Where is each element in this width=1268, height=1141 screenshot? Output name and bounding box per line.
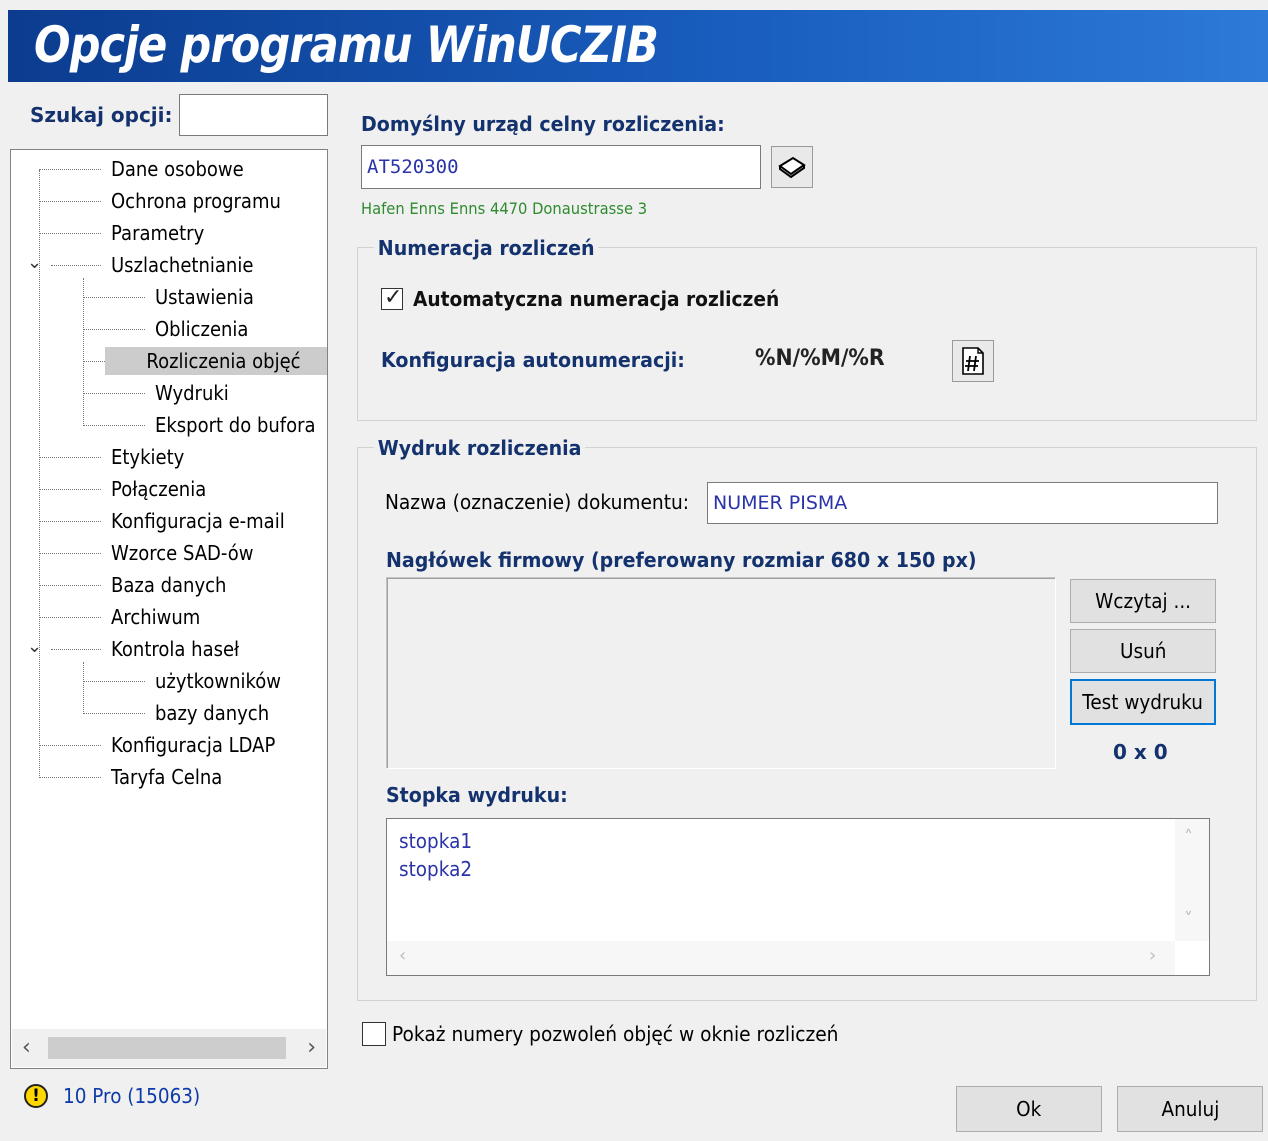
- tree-item-archiwum[interactable]: Archiwum: [111, 603, 200, 631]
- tree-line: [39, 201, 101, 202]
- ok-button[interactable]: Ok: [956, 1086, 1102, 1132]
- footer-horizontal-scrollbar[interactable]: ‹ ›: [387, 941, 1175, 975]
- tree-line: [39, 777, 101, 778]
- tree-line: [39, 553, 101, 554]
- tree-item-polaczenia[interactable]: Połączenia: [111, 475, 206, 503]
- tree-horizontal-scrollbar[interactable]: ‹ ›: [12, 1029, 326, 1067]
- tree-item-obliczenia[interactable]: Obliczenia: [155, 315, 248, 343]
- scroll-right-icon[interactable]: ›: [307, 1035, 316, 1060]
- tree-line: [39, 489, 101, 490]
- test-print-button[interactable]: Test wydruku: [1070, 679, 1216, 725]
- scroll-up-icon[interactable]: ˄: [1184, 827, 1193, 848]
- tree-item-etykiety[interactable]: Etykiety: [111, 443, 184, 471]
- book-icon: [778, 156, 806, 179]
- tree-line: [83, 662, 84, 714]
- chevron-down-icon[interactable]: ⌄: [27, 638, 42, 656]
- tree-item-konfiguracja-ldap[interactable]: Konfiguracja LDAP: [111, 731, 275, 759]
- tree-item-eksport-do-bufora[interactable]: Eksport do bufora: [155, 411, 316, 439]
- show-permit-numbers-checkbox[interactable]: [362, 1022, 386, 1046]
- scroll-left-icon[interactable]: ‹: [22, 1035, 31, 1060]
- tree-item-konfiguracja-email[interactable]: Konfiguracja e-mail: [111, 507, 285, 535]
- numbering-group-title: Numeracja rozliczeń: [374, 236, 599, 260]
- tree-line: [39, 585, 101, 586]
- tree-line: [83, 681, 145, 682]
- print-footer-line: stopka1: [399, 829, 473, 853]
- chevron-down-icon[interactable]: ⌄: [27, 254, 42, 272]
- search-label: Szukaj opcji:: [30, 103, 173, 127]
- document-name-input[interactable]: NUMER PISMA: [707, 482, 1218, 524]
- delete-letterhead-button[interactable]: Usuń: [1070, 629, 1216, 673]
- tree-line: [39, 521, 101, 522]
- customs-office-input[interactable]: AT520300: [361, 145, 761, 189]
- print-group-title: Wydruk rozliczenia: [374, 436, 586, 460]
- tree-item-uzytkownikow[interactable]: użytkowników: [155, 667, 281, 695]
- tree-line: [83, 278, 84, 426]
- scroll-right-icon[interactable]: ›: [1149, 945, 1156, 966]
- search-input[interactable]: [179, 94, 328, 136]
- options-tree[interactable]: ⌄ ⌄ Dane osobowe Ochrona programu Parame…: [10, 149, 328, 1069]
- tree-item-taryfa-celna[interactable]: Taryfa Celna: [111, 763, 222, 791]
- tree-line: [83, 361, 105, 362]
- warning-icon: !: [24, 1084, 48, 1108]
- tree-line: [83, 713, 145, 714]
- tree-item-rozliczenia-objec[interactable]: Rozliczenia objęć: [105, 347, 327, 375]
- tree-item-baza-danych[interactable]: Baza danych: [111, 571, 226, 599]
- tree-line: [83, 425, 145, 426]
- checkmark-icon: ✓: [384, 285, 403, 310]
- title-bar: Opcje programu WinUCZIB: [8, 10, 1268, 82]
- customs-office-address: Hafen Enns Enns 4470 Donaustrasse 3: [361, 199, 648, 218]
- footer-vertical-scrollbar[interactable]: ˄ ˅: [1175, 819, 1209, 941]
- hash-document-icon: [962, 347, 984, 375]
- print-footer-label: Stopka wydruku:: [386, 783, 568, 807]
- numbering-group: [357, 247, 1257, 421]
- letterhead-dimensions: 0 x 0: [1113, 740, 1168, 764]
- auto-numbering-label[interactable]: Automatyczna numeracja rozliczeń: [413, 287, 779, 311]
- version-status: 10 Pro (15063): [63, 1084, 201, 1108]
- tree-line: [39, 169, 101, 170]
- document-name-label: Nazwa (oznaczenie) dokumentu:: [385, 490, 690, 514]
- print-footer-text[interactable]: stopka1 stopka2: [399, 827, 472, 883]
- scroll-down-icon[interactable]: ˅: [1184, 909, 1193, 930]
- tree-item-wydruki[interactable]: Wydruki: [155, 379, 229, 407]
- customs-office-label: Domyślny urząd celny rozliczenia:: [361, 112, 725, 136]
- autonumbering-config-label: Konfiguracja autonumeracji:: [381, 348, 685, 372]
- letterhead-image-preview: [386, 577, 1056, 769]
- tree-line: [83, 329, 145, 330]
- autonumbering-pattern: %N/%M/%R: [755, 346, 885, 371]
- customs-lookup-button[interactable]: [771, 146, 813, 188]
- tree-item-ochrona-programu[interactable]: Ochrona programu: [111, 187, 281, 215]
- tree-line: [39, 617, 101, 618]
- tree-item-wzorce-sad[interactable]: Wzorce SAD-ów: [111, 539, 253, 567]
- tree-line: [39, 745, 101, 746]
- auto-numbering-checkbox[interactable]: ✓: [381, 285, 403, 310]
- scroll-thumb[interactable]: [48, 1037, 286, 1059]
- autonumbering-config-button[interactable]: [952, 340, 994, 382]
- tree-item-bazy-danych[interactable]: bazy danych: [155, 699, 269, 727]
- tree-line: [83, 393, 145, 394]
- tree-item-uszlachetnianie[interactable]: Uszlachetnianie: [111, 251, 253, 279]
- load-letterhead-button[interactable]: Wczytaj ...: [1070, 579, 1216, 623]
- tree-item-parametry[interactable]: Parametry: [111, 219, 204, 247]
- tree-line: [39, 233, 101, 234]
- tree-line: [51, 649, 101, 650]
- tree-line: [83, 297, 145, 298]
- tree-item-kontrola-hasel[interactable]: Kontrola haseł: [111, 635, 239, 663]
- print-footer-textarea[interactable]: stopka1 stopka2 ˄ ˅ ‹ ›: [386, 818, 1210, 976]
- show-permit-numbers-label[interactable]: Pokaż numery pozwoleń objęć w oknie rozl…: [392, 1022, 838, 1046]
- cancel-button[interactable]: Anuluj: [1117, 1086, 1263, 1132]
- tree-item-ustawienia[interactable]: Ustawienia: [155, 283, 254, 311]
- tree-item-dane-osobowe[interactable]: Dane osobowe: [111, 155, 244, 183]
- tree-line: [51, 265, 101, 266]
- scroll-left-icon[interactable]: ‹: [399, 945, 406, 966]
- tree-line: [39, 457, 101, 458]
- letterhead-label: Nagłówek firmowy (preferowany rozmiar 68…: [386, 548, 977, 572]
- window-title: Opcje programu WinUCZIB: [34, 16, 659, 74]
- print-footer-line: stopka2: [399, 857, 473, 881]
